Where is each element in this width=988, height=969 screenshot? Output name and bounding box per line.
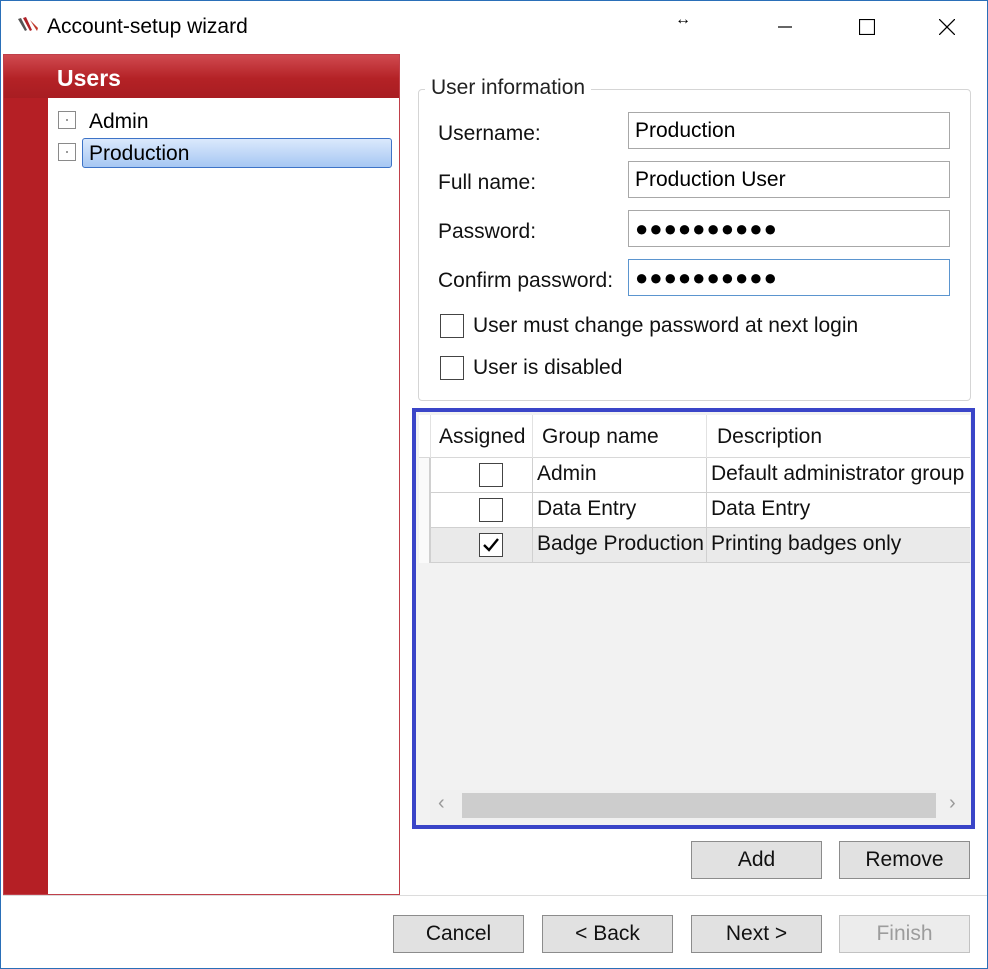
groups-grid[interactable]: Assigned Group name Description Admin De…: [412, 408, 975, 829]
row-header[interactable]: [419, 528, 430, 563]
finish-button[interactable]: Finish: [839, 915, 970, 953]
footer-divider: [3, 895, 987, 896]
must-change-password-label: User must change password at next login: [473, 314, 859, 337]
user-disabled-label: User is disabled: [473, 356, 623, 379]
password-field[interactable]: ●●●●●●●●●●: [628, 210, 950, 247]
app-logo-icon: [18, 17, 38, 31]
users-panel-header: Users: [4, 55, 399, 98]
must-change-password-checkbox[interactable]: [440, 314, 464, 338]
close-icon: [939, 19, 955, 35]
user-disabled-checkbox[interactable]: [440, 356, 464, 380]
assigned-cell: [430, 458, 532, 493]
user-tree-item-label[interactable]: Admin: [82, 106, 156, 136]
users-panel-title: Users: [57, 65, 121, 91]
row-header[interactable]: [419, 493, 430, 528]
maximize-icon: [859, 19, 875, 35]
username-label: Username:: [438, 122, 541, 145]
column-header-group-name[interactable]: Group name: [532, 415, 706, 458]
groups-grid-body: Assigned Group name Description Admin De…: [419, 415, 970, 822]
user-tree-item-production[interactable]: Production: [56, 137, 396, 168]
chevron-left-icon[interactable]: ‹: [438, 792, 445, 815]
user-tree-item-label[interactable]: Production: [82, 138, 392, 168]
column-header-description[interactable]: Description: [706, 415, 970, 458]
close-button[interactable]: [907, 1, 987, 53]
chevron-right-icon[interactable]: ›: [949, 792, 956, 815]
tree-node-box-icon[interactable]: [58, 111, 76, 129]
table-row[interactable]: Data Entry Data Entry: [419, 493, 970, 528]
minimize-icon: [778, 26, 792, 28]
description-cell[interactable]: Data Entry: [706, 493, 970, 528]
assigned-checkbox[interactable]: [479, 498, 503, 522]
row-header[interactable]: [419, 458, 430, 493]
must-change-password-row[interactable]: User must change password at next login: [440, 314, 858, 338]
assigned-checkbox[interactable]: [479, 463, 503, 487]
username-field[interactable]: [628, 112, 950, 149]
wizard-window: Account-setup wizard ↔ Users Admin Produ…: [0, 0, 988, 969]
resize-cursor-icon: ↔: [675, 11, 691, 28]
checkmark-icon: [483, 538, 499, 552]
table-row[interactable]: Admin Default administrator group: [419, 458, 970, 493]
title-bar: Account-setup wizard ↔: [1, 1, 987, 53]
window-title: Account-setup wizard: [47, 15, 248, 38]
user-disabled-row[interactable]: User is disabled: [440, 356, 622, 380]
password-label: Password:: [438, 220, 537, 243]
assigned-checkbox[interactable]: [479, 533, 503, 557]
horizontal-scrollbar[interactable]: ‹ ›: [430, 790, 970, 820]
remove-group-button[interactable]: Remove: [839, 841, 970, 879]
minimize-button[interactable]: [745, 1, 825, 53]
user-information-legend: User information: [425, 76, 592, 100]
fullname-field[interactable]: [628, 161, 950, 198]
confirm-password-label: Confirm password:: [438, 269, 614, 292]
column-header-assigned[interactable]: Assigned: [430, 415, 532, 458]
user-tree-item-admin[interactable]: Admin: [56, 105, 396, 135]
users-panel-stripe: [4, 98, 48, 894]
users-panel: Users Admin Production: [3, 54, 400, 895]
description-cell[interactable]: Printing badges only: [706, 528, 970, 563]
scrollbar-thumb[interactable]: [462, 793, 936, 818]
add-group-button[interactable]: Add: [691, 841, 822, 879]
next-button[interactable]: Next >: [691, 915, 822, 953]
back-button[interactable]: < Back: [542, 915, 673, 953]
cancel-button[interactable]: Cancel: [393, 915, 524, 953]
groups-grid-header: Assigned Group name Description: [419, 415, 970, 458]
group-name-cell[interactable]: Admin: [532, 458, 706, 493]
maximize-button[interactable]: [827, 1, 907, 53]
group-name-cell[interactable]: Data Entry: [532, 493, 706, 528]
confirm-password-field[interactable]: ●●●●●●●●●●: [628, 259, 950, 296]
tree-node-box-icon[interactable]: [58, 143, 76, 161]
assigned-cell: [430, 528, 532, 563]
description-cell[interactable]: Default administrator group: [706, 458, 970, 493]
group-name-cell[interactable]: Badge Production: [532, 528, 706, 563]
table-row[interactable]: Badge Production Printing badges only: [419, 528, 970, 563]
fullname-label: Full name:: [438, 171, 537, 194]
assigned-cell: [430, 493, 532, 528]
